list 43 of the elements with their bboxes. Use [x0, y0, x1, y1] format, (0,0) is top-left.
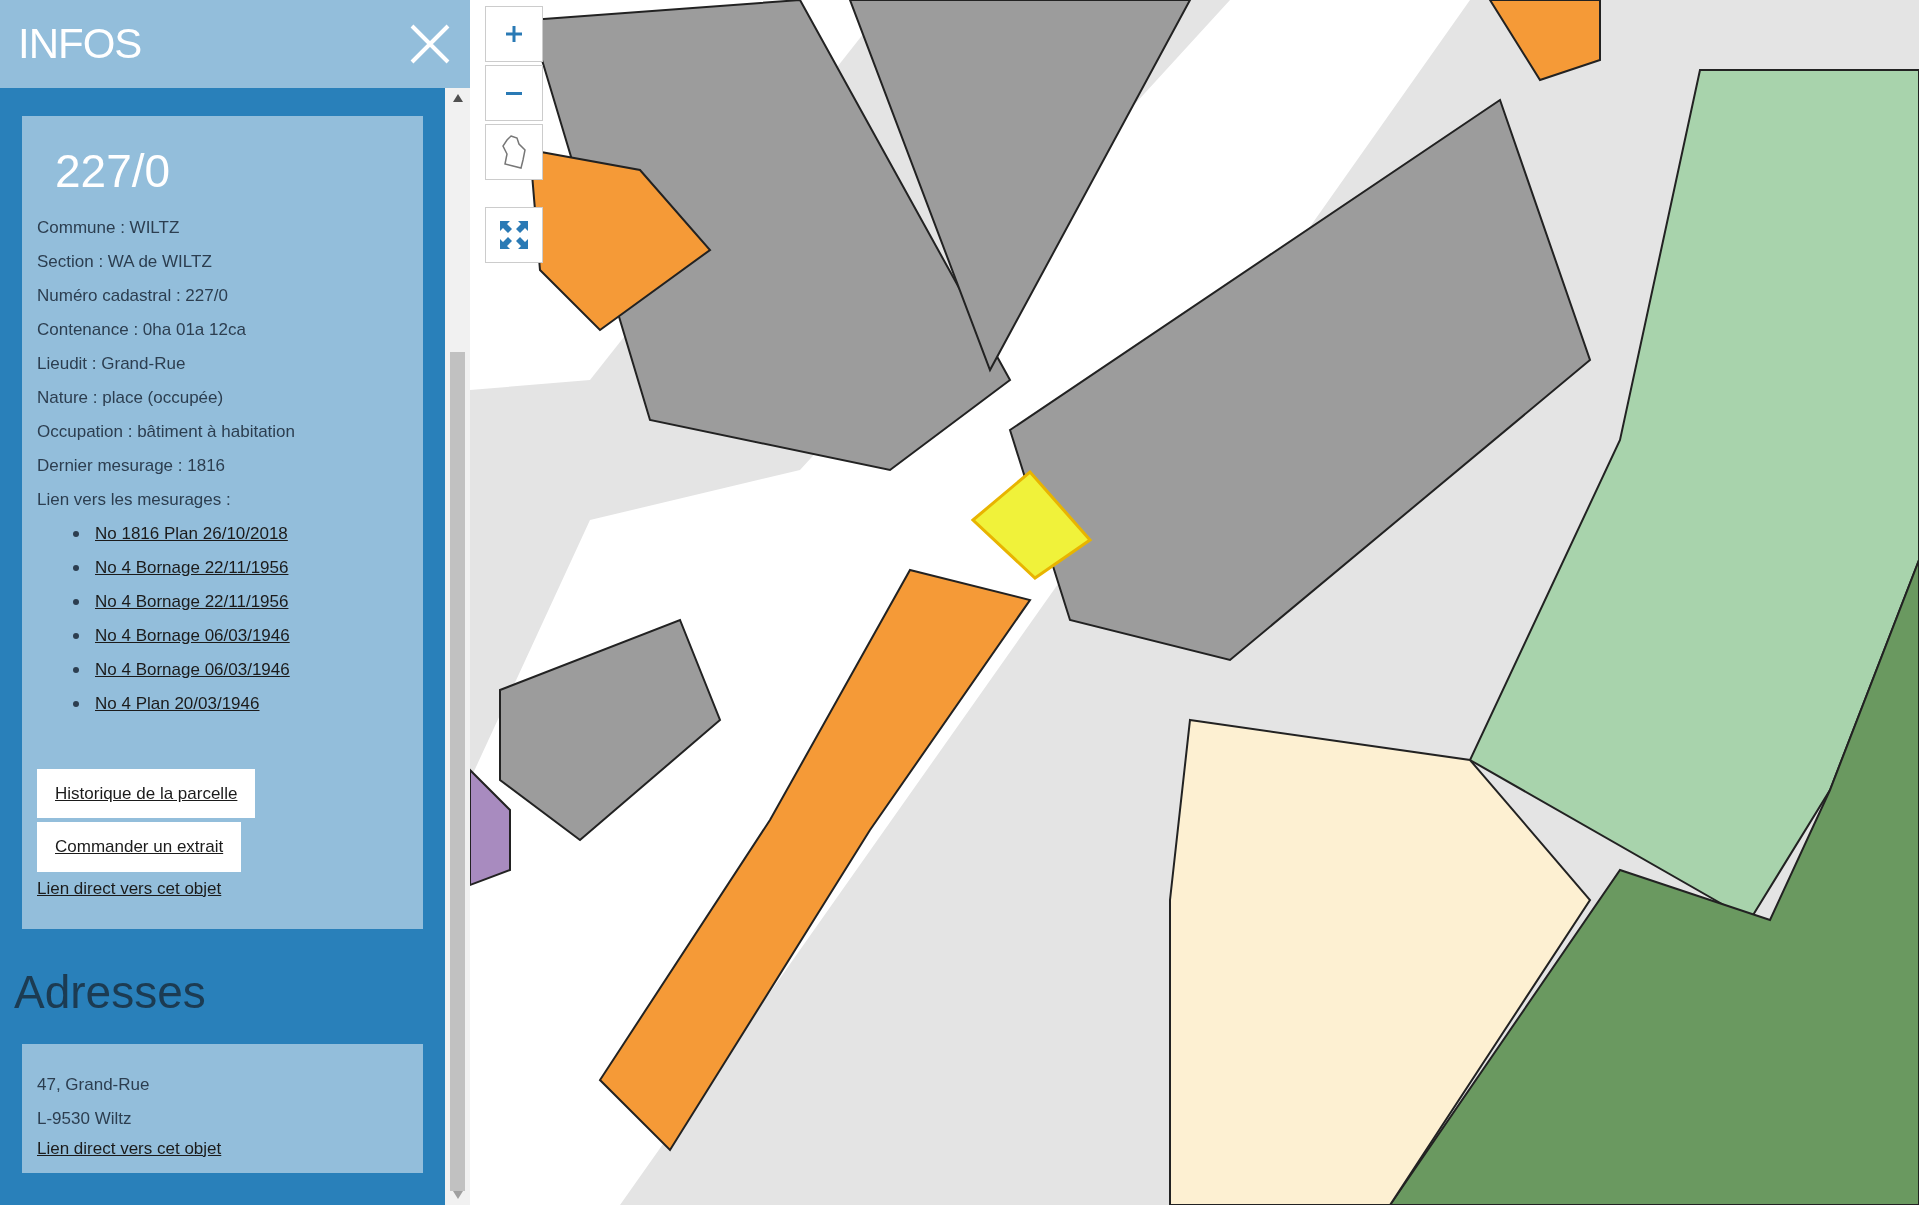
survey-link[interactable]: No 4 Bornage 06/03/1946 [95, 652, 290, 687]
bullet-icon [73, 530, 79, 537]
section-heading: Adresses [14, 967, 207, 1018]
scroll-thumb[interactable] [450, 352, 465, 1191]
bullet-icon [73, 598, 79, 605]
info-text: Lieudit : Grand-Rue [37, 352, 187, 375]
panel-title: INFOS [18, 23, 142, 65]
info-text: Nature : place (occupée) [37, 386, 225, 409]
action-button[interactable]: Commander un extrait [37, 822, 242, 872]
survey-link[interactable]: No 1816 Plan 26/10/2018 [95, 516, 288, 551]
close-icon [408, 22, 452, 66]
plus-icon [504, 24, 524, 44]
bullet-icon [73, 700, 79, 707]
zoom-in-button[interactable] [485, 6, 543, 62]
survey-link[interactable]: No 4 Plan 20/03/1946 [95, 686, 260, 721]
address-text: 47, Grand-Rue [37, 1073, 151, 1096]
info-text: Commune : WILTZ [37, 216, 181, 239]
direct-link[interactable]: Lien direct vers cet objet [37, 1138, 222, 1158]
bullet-icon [73, 632, 79, 639]
address-text: L-9530 Wiltz [37, 1107, 133, 1130]
zoom-out-button[interactable] [485, 65, 543, 121]
country-view-button[interactable] [485, 124, 543, 180]
expand-icon [499, 220, 529, 250]
survey-link[interactable]: No 4 Bornage 06/03/1946 [95, 618, 290, 653]
direct-link[interactable]: Lien direct vers cet objet [37, 878, 222, 898]
info-text: Dernier mesurage : 1816 [37, 454, 227, 477]
minus-icon [506, 91, 522, 95]
info-text: Numéro cadastral : 227/0 [37, 284, 229, 307]
action-button[interactable]: Historique de la parcelle [37, 768, 256, 819]
info-text: Section : WA de WILTZ [37, 250, 213, 273]
country-outline-icon [501, 134, 527, 170]
scrollbar[interactable] [445, 88, 470, 1205]
info-text: Lien vers les mesurages : [37, 488, 232, 511]
close-button[interactable] [408, 22, 452, 66]
info-text: Occupation : bâtiment à habitation [37, 420, 296, 443]
scroll-up-icon[interactable] [452, 94, 463, 102]
info-text: Contenance : 0ha 01a 12ca [37, 318, 247, 341]
fullscreen-button[interactable] [485, 207, 543, 263]
survey-link[interactable]: No 4 Bornage 22/11/1956 [95, 584, 289, 619]
bullet-icon [73, 666, 79, 673]
parcel-number: 227/0 [55, 146, 172, 197]
bullet-icon [73, 564, 79, 571]
survey-link[interactable]: No 4 Bornage 22/11/1956 [95, 550, 289, 585]
